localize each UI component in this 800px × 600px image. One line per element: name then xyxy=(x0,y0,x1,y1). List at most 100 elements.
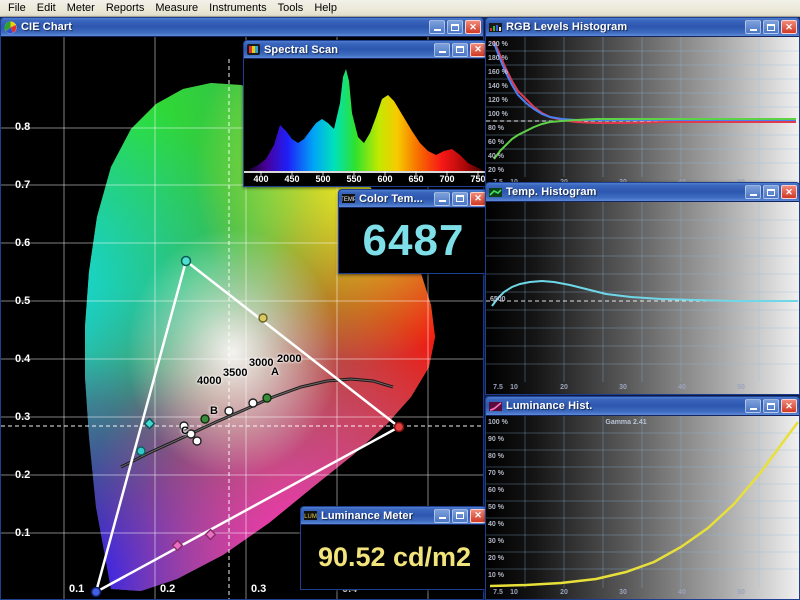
spectrum-icon xyxy=(247,43,260,56)
minimize-button[interactable] xyxy=(745,399,761,413)
spectral-x-tick-750: 750 xyxy=(470,174,486,184)
luminance-meter-titlebar[interactable]: LUM Luminance Meter ✕ xyxy=(301,507,488,525)
illuminant-label-b: B xyxy=(210,405,218,417)
menu-item-reports[interactable]: Reports xyxy=(101,1,151,16)
spectral-scan-plot[interactable]: 400 450 500 550 600 650 700 750 xyxy=(244,59,488,186)
cie-chromaticity-icon xyxy=(4,21,17,34)
luminance-histogram-title: Luminance Hist. xyxy=(506,400,593,412)
luminance-icon: LUM xyxy=(304,509,317,522)
locus-label-3500: 3500 xyxy=(223,367,248,379)
lum-y-tick-90: 90 % xyxy=(488,436,504,443)
color-temperature-window-buttons: ✕ xyxy=(434,191,486,206)
color-temperature-window: TEMP Color Tem... ✕ 6487 xyxy=(338,189,489,274)
luminance-histogram-titlebar[interactable]: Luminance Hist. ✕ xyxy=(486,397,799,416)
luminance-meter-title: Luminance Meter xyxy=(321,509,413,522)
locus-label-3000: 3000 xyxy=(249,357,274,369)
color-temperature-value: 6487 xyxy=(362,216,465,265)
rgb-histogram-icon xyxy=(489,21,502,34)
cie-chart-titlebar[interactable]: CIE Chart ✕ xyxy=(1,18,483,37)
lum-y-tick-50: 50 % xyxy=(488,504,504,511)
luminance-histogram-plot[interactable]: Gamma 2.41 100 % 90 % 80 % 70 % 60 % 50 … xyxy=(486,416,799,599)
temp-histogram-plot[interactable]: 6500 7.5 10 20 30 40 50 xyxy=(486,202,799,394)
lum-x-tick-20: 20 xyxy=(560,589,568,596)
maximize-button[interactable] xyxy=(452,508,468,523)
illuminant-label-c: C xyxy=(181,425,189,437)
color-temperature-readout: 6487 xyxy=(339,208,488,273)
menu-item-measure[interactable]: Measure xyxy=(150,1,204,16)
temp-reference-label: 6500 xyxy=(490,296,506,303)
close-button[interactable]: ✕ xyxy=(781,399,797,413)
locus-label-2000: 2000 xyxy=(277,353,302,365)
maximize-button[interactable] xyxy=(447,20,463,34)
luminance-histogram-window: Luminance Hist. ✕ Gamma 2.41 100 % 90 % … xyxy=(485,396,800,600)
menu-item-meter[interactable]: Meter xyxy=(62,1,101,16)
luminance-histogram-window-buttons: ✕ xyxy=(745,399,797,413)
rgb-y-tick-200: 200 % xyxy=(488,41,508,48)
minimize-button[interactable] xyxy=(434,42,450,57)
maximize-button[interactable] xyxy=(452,42,468,57)
maximize-button[interactable] xyxy=(763,185,779,199)
cie-chart-title: CIE Chart xyxy=(21,21,73,33)
maximize-button[interactable] xyxy=(763,399,779,413)
rgb-levels-histogram-plot[interactable]: 200 % 180 % 160 % 140 % 120 % 100 % 80 %… xyxy=(486,37,799,188)
close-button[interactable]: ✕ xyxy=(470,508,486,523)
rgb-y-tick-120: 120 % xyxy=(488,97,508,104)
rgb-y-tick-100: 100 % xyxy=(488,111,508,118)
lum-x-tick-10: 10 xyxy=(510,589,518,596)
close-button[interactable]: ✕ xyxy=(465,20,481,34)
locus-label-4000: 4000 xyxy=(197,375,222,387)
spectral-scan-window: Spectral Scan ✕ 400 450 500 550 600 650 … xyxy=(243,40,489,187)
temp-histogram-window-buttons: ✕ xyxy=(745,185,797,199)
color-temperature-title: Color Tem... xyxy=(359,192,423,205)
temperature-icon: TEMP xyxy=(342,192,355,205)
spectral-x-tick-450: 450 xyxy=(284,174,300,184)
temp-histogram-titlebar[interactable]: Temp. Histogram ✕ xyxy=(486,183,799,202)
spectral-x-tick-550: 550 xyxy=(346,174,362,184)
minimize-button[interactable] xyxy=(434,191,450,206)
rgb-levels-histogram-window: RGB Levels Histogram ✕ 200 % 180 % 160 %… xyxy=(485,17,800,189)
temp-x-tick-10: 10 xyxy=(510,384,518,391)
menu-item-edit[interactable]: Edit xyxy=(32,1,62,16)
close-button[interactable]: ✕ xyxy=(470,191,486,206)
lum-x-tick-40: 40 xyxy=(678,589,686,596)
illuminant-label-a: A xyxy=(271,366,279,378)
minimize-button[interactable] xyxy=(434,508,450,523)
spectral-scan-title: Spectral Scan xyxy=(264,43,339,56)
gamma-label: Gamma 2.41 xyxy=(605,419,647,426)
menu-item-instruments[interactable]: Instruments xyxy=(204,1,272,16)
minimize-button[interactable] xyxy=(745,20,761,34)
temp-x-tick-40: 40 xyxy=(678,384,686,391)
rgb-y-tick-40: 40 % xyxy=(488,153,504,160)
lum-y-tick-30: 30 % xyxy=(488,538,504,545)
lum-x-tick-30: 30 xyxy=(619,589,627,596)
menu-item-tools[interactable]: Tools xyxy=(273,1,310,16)
rgb-levels-histogram-window-buttons: ✕ xyxy=(745,20,797,34)
lum-y-tick-40: 40 % xyxy=(488,521,504,528)
minimize-button[interactable] xyxy=(429,20,445,34)
color-temperature-titlebar[interactable]: TEMP Color Tem... ✕ xyxy=(339,190,488,208)
luminance-histogram-icon xyxy=(489,400,502,413)
rgb-y-tick-160: 160 % xyxy=(488,69,508,76)
maximize-button[interactable] xyxy=(763,20,779,34)
lum-y-tick-70: 70 % xyxy=(488,470,504,477)
minimize-button[interactable] xyxy=(745,185,761,199)
temp-x-tick-20: 20 xyxy=(560,384,568,391)
close-button[interactable]: ✕ xyxy=(781,20,797,34)
menu-bar: File Edit Meter Reports Measure Instrume… xyxy=(0,0,800,17)
temp-x-tick-30: 30 xyxy=(619,384,627,391)
lum-x-tick-50: 50 xyxy=(737,589,745,596)
lum-x-tick-7.5: 7.5 xyxy=(493,589,503,596)
rgb-y-tick-140: 140 % xyxy=(488,83,508,90)
spectral-scan-titlebar[interactable]: Spectral Scan ✕ xyxy=(244,41,488,59)
menu-item-file[interactable]: File xyxy=(3,1,32,16)
spectral-x-tick-600: 600 xyxy=(377,174,393,184)
rgb-levels-histogram-titlebar[interactable]: RGB Levels Histogram ✕ xyxy=(486,18,799,37)
spectral-x-tick-700: 700 xyxy=(439,174,455,184)
rgb-y-tick-180: 180 % xyxy=(488,55,508,62)
rgb-levels-histogram-title: RGB Levels Histogram xyxy=(506,21,628,33)
menu-item-help[interactable]: Help xyxy=(309,1,343,16)
maximize-button[interactable] xyxy=(452,191,468,206)
close-button[interactable]: ✕ xyxy=(470,42,486,57)
close-button[interactable]: ✕ xyxy=(781,185,797,199)
application-window: File Edit Meter Reports Measure Instrume… xyxy=(0,0,800,600)
